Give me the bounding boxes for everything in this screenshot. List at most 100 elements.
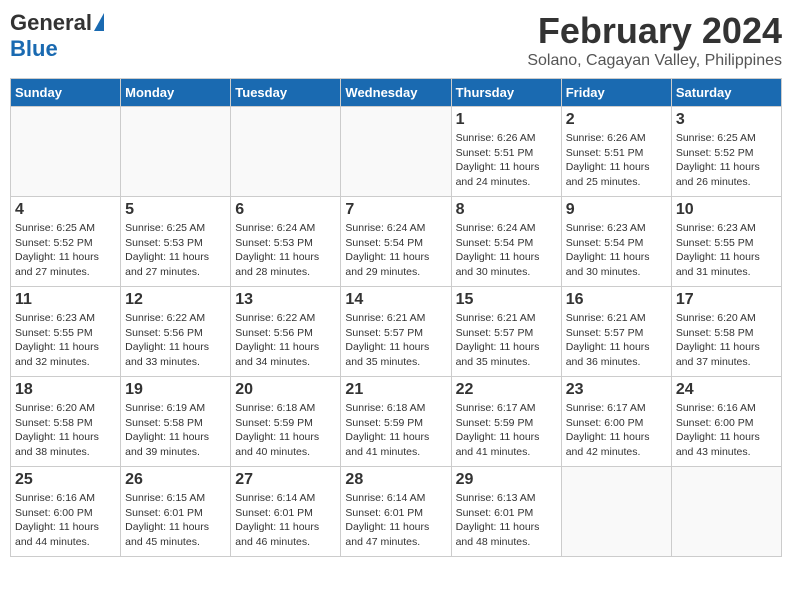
calendar-cell [561, 467, 671, 557]
calendar-subtitle: Solano, Cagayan Valley, Philippines [527, 52, 782, 70]
logo: General Blue [10, 10, 104, 62]
calendar-header-row: SundayMondayTuesdayWednesdayThursdayFrid… [11, 79, 782, 107]
day-info: Sunrise: 6:25 AM Sunset: 5:53 PM Dayligh… [125, 221, 226, 280]
calendar-cell: 23 Sunrise: 6:17 AM Sunset: 6:00 PM Dayli… [561, 377, 671, 467]
day-info: Sunrise: 6:18 AM Sunset: 5:59 PM Dayligh… [345, 401, 446, 460]
day-info: Sunrise: 6:22 AM Sunset: 5:56 PM Dayligh… [235, 311, 336, 370]
calendar-cell [671, 467, 781, 557]
day-number: 21 [345, 381, 446, 399]
day-number: 10 [676, 201, 777, 219]
day-number: 12 [125, 291, 226, 309]
day-number: 17 [676, 291, 777, 309]
day-info: Sunrise: 6:21 AM Sunset: 5:57 PM Dayligh… [456, 311, 557, 370]
day-info: Sunrise: 6:21 AM Sunset: 5:57 PM Dayligh… [345, 311, 446, 370]
calendar-cell [11, 107, 121, 197]
calendar-cell [121, 107, 231, 197]
calendar-cell: 10 Sunrise: 6:23 AM Sunset: 5:55 PM Dayli… [671, 197, 781, 287]
calendar-cell: 18 Sunrise: 6:20 AM Sunset: 5:58 PM Dayli… [11, 377, 121, 467]
day-number: 19 [125, 381, 226, 399]
calendar-cell: 8 Sunrise: 6:24 AM Sunset: 5:54 PM Daylig… [451, 197, 561, 287]
calendar-cell: 24 Sunrise: 6:16 AM Sunset: 6:00 PM Dayli… [671, 377, 781, 467]
title-area: February 2024 Solano, Cagayan Valley, Ph… [527, 10, 782, 70]
calendar-cell: 19 Sunrise: 6:19 AM Sunset: 5:58 PM Dayli… [121, 377, 231, 467]
day-info: Sunrise: 6:16 AM Sunset: 6:00 PM Dayligh… [15, 491, 116, 550]
day-number: 24 [676, 381, 777, 399]
calendar-cell: 26 Sunrise: 6:15 AM Sunset: 6:01 PM Dayli… [121, 467, 231, 557]
day-number: 11 [15, 291, 116, 309]
day-info: Sunrise: 6:26 AM Sunset: 5:51 PM Dayligh… [456, 131, 557, 190]
logo-general-text: General [10, 10, 92, 36]
day-info: Sunrise: 6:21 AM Sunset: 5:57 PM Dayligh… [566, 311, 667, 370]
calendar-cell: 9Sunrise: 6:23 AM Sunset: 5:54 PM Daylig… [561, 197, 671, 287]
day-info: Sunrise: 6:14 AM Sunset: 6:01 PM Dayligh… [235, 491, 336, 550]
day-info: Sunrise: 6:22 AM Sunset: 5:56 PM Dayligh… [125, 311, 226, 370]
calendar-week-1: 1 Sunrise: 6:26 AM Sunset: 5:51 PM Daylig… [11, 107, 782, 197]
day-number: 18 [15, 381, 116, 399]
day-info: Sunrise: 6:23 AM Sunset: 5:55 PM Dayligh… [15, 311, 116, 370]
day-number: 5 [125, 201, 226, 219]
calendar-cell [341, 107, 451, 197]
day-number: 28 [345, 471, 446, 489]
calendar-cell: 3Sunrise: 6:25 AM Sunset: 5:52 PM Daylig… [671, 107, 781, 197]
day-info: Sunrise: 6:19 AM Sunset: 5:58 PM Dayligh… [125, 401, 226, 460]
column-header-monday: Monday [121, 79, 231, 107]
calendar-cell: 7 Sunrise: 6:24 AM Sunset: 5:54 PM Daylig… [341, 197, 451, 287]
day-info: Sunrise: 6:20 AM Sunset: 5:58 PM Dayligh… [15, 401, 116, 460]
calendar-week-2: 4 Sunrise: 6:25 AM Sunset: 5:52 PM Daylig… [11, 197, 782, 287]
column-header-saturday: Saturday [671, 79, 781, 107]
calendar-cell: 6Sunrise: 6:24 AM Sunset: 5:53 PM Daylig… [231, 197, 341, 287]
day-info: Sunrise: 6:24 AM Sunset: 5:54 PM Dayligh… [456, 221, 557, 280]
day-number: 8 [456, 201, 557, 219]
day-number: 16 [566, 291, 667, 309]
calendar-cell: 15 Sunrise: 6:21 AM Sunset: 5:57 PM Dayli… [451, 287, 561, 377]
day-info: Sunrise: 6:13 AM Sunset: 6:01 PM Dayligh… [456, 491, 557, 550]
calendar-cell: 22Sunrise: 6:17 AM Sunset: 5:59 PM Dayli… [451, 377, 561, 467]
day-number: 1 [456, 111, 557, 129]
day-info: Sunrise: 6:17 AM Sunset: 6:00 PM Dayligh… [566, 401, 667, 460]
day-number: 20 [235, 381, 336, 399]
day-number: 14 [345, 291, 446, 309]
day-info: Sunrise: 6:26 AM Sunset: 5:51 PM Dayligh… [566, 131, 667, 190]
calendar-cell: 13 Sunrise: 6:22 AM Sunset: 5:56 PM Dayli… [231, 287, 341, 377]
column-header-sunday: Sunday [11, 79, 121, 107]
day-number: 6 [235, 201, 336, 219]
calendar-cell: 4 Sunrise: 6:25 AM Sunset: 5:52 PM Daylig… [11, 197, 121, 287]
column-header-wednesday: Wednesday [341, 79, 451, 107]
column-header-thursday: Thursday [451, 79, 561, 107]
calendar-cell: 2Sunrise: 6:26 AM Sunset: 5:51 PM Daylig… [561, 107, 671, 197]
day-info: Sunrise: 6:20 AM Sunset: 5:58 PM Dayligh… [676, 311, 777, 370]
day-number: 26 [125, 471, 226, 489]
calendar-cell: 11 Sunrise: 6:23 AM Sunset: 5:55 PM Dayli… [11, 287, 121, 377]
day-number: 25 [15, 471, 116, 489]
calendar-cell: 25 Sunrise: 6:16 AM Sunset: 6:00 PM Dayli… [11, 467, 121, 557]
day-number: 29 [456, 471, 557, 489]
day-number: 4 [15, 201, 116, 219]
calendar-cell: 17 Sunrise: 6:20 AM Sunset: 5:58 PM Dayli… [671, 287, 781, 377]
calendar-cell: 28Sunrise: 6:14 AM Sunset: 6:01 PM Dayli… [341, 467, 451, 557]
day-number: 23 [566, 381, 667, 399]
day-number: 27 [235, 471, 336, 489]
calendar-cell: 12 Sunrise: 6:22 AM Sunset: 5:56 PM Dayli… [121, 287, 231, 377]
calendar-cell: 5 Sunrise: 6:25 AM Sunset: 5:53 PM Daylig… [121, 197, 231, 287]
day-number: 7 [345, 201, 446, 219]
day-info: Sunrise: 6:24 AM Sunset: 5:54 PM Dayligh… [345, 221, 446, 280]
day-number: 15 [456, 291, 557, 309]
day-info: Sunrise: 6:25 AM Sunset: 5:52 PM Dayligh… [676, 131, 777, 190]
calendar-week-3: 11 Sunrise: 6:23 AM Sunset: 5:55 PM Dayli… [11, 287, 782, 377]
calendar-cell: 29 Sunrise: 6:13 AM Sunset: 6:01 PM Dayli… [451, 467, 561, 557]
column-header-friday: Friday [561, 79, 671, 107]
day-info: Sunrise: 6:23 AM Sunset: 5:55 PM Dayligh… [676, 221, 777, 280]
calendar-cell: 16 Sunrise: 6:21 AM Sunset: 5:57 PM Dayli… [561, 287, 671, 377]
day-number: 22 [456, 381, 557, 399]
calendar-cell: 20Sunrise: 6:18 AM Sunset: 5:59 PM Dayli… [231, 377, 341, 467]
calendar-cell: 14 Sunrise: 6:21 AM Sunset: 5:57 PM Dayli… [341, 287, 451, 377]
logo-triangle-icon [94, 13, 104, 31]
day-info: Sunrise: 6:25 AM Sunset: 5:52 PM Dayligh… [15, 221, 116, 280]
day-number: 13 [235, 291, 336, 309]
day-info: Sunrise: 6:16 AM Sunset: 6:00 PM Dayligh… [676, 401, 777, 460]
calendar-cell [231, 107, 341, 197]
day-number: 9 [566, 201, 667, 219]
day-info: Sunrise: 6:15 AM Sunset: 6:01 PM Dayligh… [125, 491, 226, 550]
calendar-week-5: 25 Sunrise: 6:16 AM Sunset: 6:00 PM Dayli… [11, 467, 782, 557]
calendar-cell: 27 Sunrise: 6:14 AM Sunset: 6:01 PM Dayli… [231, 467, 341, 557]
